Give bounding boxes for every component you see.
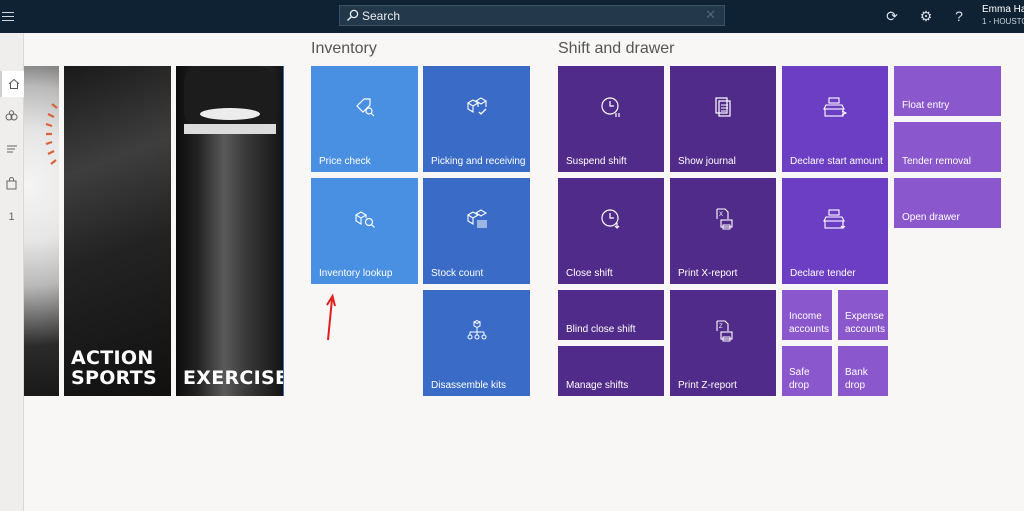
boxes-search-icon [354,211,375,228]
search-box[interactable]: Search ✕ [339,5,725,26]
suspend-shift-tile[interactable]: Suspend shift [558,66,664,172]
svg-text:X: X [719,212,723,218]
products-icon[interactable] [0,103,23,129]
action-sports-image[interactable]: ACTION SPORTS [64,66,171,396]
blind-close-shift-label: Blind close shift [566,324,636,335]
print-z-report-tile[interactable]: Z Print Z-report [670,290,776,396]
boxes-check-icon [466,97,487,115]
refresh-icon[interactable]: ⟳ [884,8,900,24]
print-x-report-tile[interactable]: X Print X-report [670,178,776,284]
baseball-image[interactable] [24,66,59,396]
picking-receiving-tile[interactable]: Picking and receiving [423,66,530,172]
open-drawer-tile[interactable]: Open drawer [894,178,1001,228]
float-entry-label: Float entry [902,100,950,111]
price-tag-search-icon [355,98,374,117]
baseball-stitching [45,103,58,165]
print-z-icon: Z [716,320,733,342]
income-accounts-label: Income accounts [789,311,830,335]
register-down-icon [823,209,846,229]
income-accounts-tile[interactable]: Income accounts [782,290,832,340]
inventory-lookup-tile[interactable]: Inventory lookup [311,178,418,284]
help-icon[interactable]: ? [951,8,967,24]
hierarchy-icon [467,319,486,340]
declare-tender-tile[interactable]: Declare tender [782,178,888,284]
print-x-report-label: Print X-report [678,268,738,279]
show-journal-label: Show journal [678,156,736,167]
shopping-bag-icon[interactable] [0,170,23,196]
declare-start-amount-label: Declare start amount [790,156,883,167]
settings-gear-icon[interactable]: ⚙ [918,8,934,24]
manage-shifts-label: Manage shifts [566,380,629,391]
annotation-arrow-icon [326,293,336,341]
bottle-shape [184,66,276,134]
left-sidebar: 1 [0,33,25,511]
clear-search-icon[interactable]: ✕ [705,7,716,23]
stock-count-label: Stock count [431,268,484,279]
action-sports-text: ACTION SPORTS [71,347,157,389]
transactions-list-icon[interactable] [0,136,23,162]
close-shift-tile[interactable]: Close shift [558,178,664,284]
clock-pause-icon [601,97,620,117]
bank-drop-tile[interactable]: Bank drop [838,346,888,396]
user-name: Emma Ha [982,4,1024,15]
declare-start-amount-tile[interactable]: Declare start amount [782,66,888,172]
manage-shifts-tile[interactable]: Manage shifts [558,346,664,396]
disassemble-kits-tile[interactable]: Disassemble kits [423,290,530,396]
show-journal-tile[interactable]: Show journal [670,66,776,172]
print-x-icon: X [716,208,733,230]
cart-count: 1 [8,211,15,223]
inventory-title: Inventory [311,40,377,57]
close-shift-label: Close shift [566,268,613,279]
exercise-text: EXERCISE [183,367,284,389]
top-bar: Search ✕ ⟳ ⚙ ? Emma Ha 1 - HOUSTO [0,0,1024,33]
journal-icon [715,97,731,117]
inventory-lookup-label: Inventory lookup [319,268,393,279]
exercise-image[interactable]: EXERCISE [176,66,284,396]
boxes-barcode-icon [466,209,487,228]
shift-drawer-title: Shift and drawer [558,40,675,57]
open-drawer-label: Open drawer [902,212,960,223]
safe-drop-label: Safe drop [789,367,810,391]
expense-accounts-tile[interactable]: Expense accounts [838,290,888,340]
disassemble-kits-label: Disassemble kits [431,380,507,391]
expense-accounts-label: Expense accounts [845,311,886,335]
tender-removal-tile[interactable]: Tender removal [894,122,1001,172]
suspend-shift-label: Suspend shift [566,156,627,167]
price-check-tile[interactable]: Price check [311,66,418,172]
declare-tender-label: Declare tender [790,268,856,279]
clock-down-icon [601,209,620,229]
picking-receiving-label: Picking and receiving [431,156,526,167]
search-label: Search [362,9,401,23]
print-z-report-label: Print Z-report [678,380,737,391]
user-info[interactable]: Emma Ha 1 - HOUSTO [982,4,1024,28]
svg-text:Z: Z [719,324,723,330]
hamburger-menu-icon[interactable] [2,9,14,23]
blind-close-shift-tile[interactable]: Blind close shift [558,290,664,340]
safe-drop-tile[interactable]: Safe drop [782,346,832,396]
float-entry-tile[interactable]: Float entry [894,66,1001,116]
bank-drop-label: Bank drop [845,367,868,391]
home-icon[interactable] [0,71,25,97]
search-icon [347,9,359,21]
stock-count-tile[interactable]: Stock count [423,178,530,284]
user-store: 1 - HOUSTO [982,17,1024,26]
price-check-label: Price check [319,156,371,167]
tender-removal-label: Tender removal [902,156,971,167]
register-icon [823,97,847,117]
